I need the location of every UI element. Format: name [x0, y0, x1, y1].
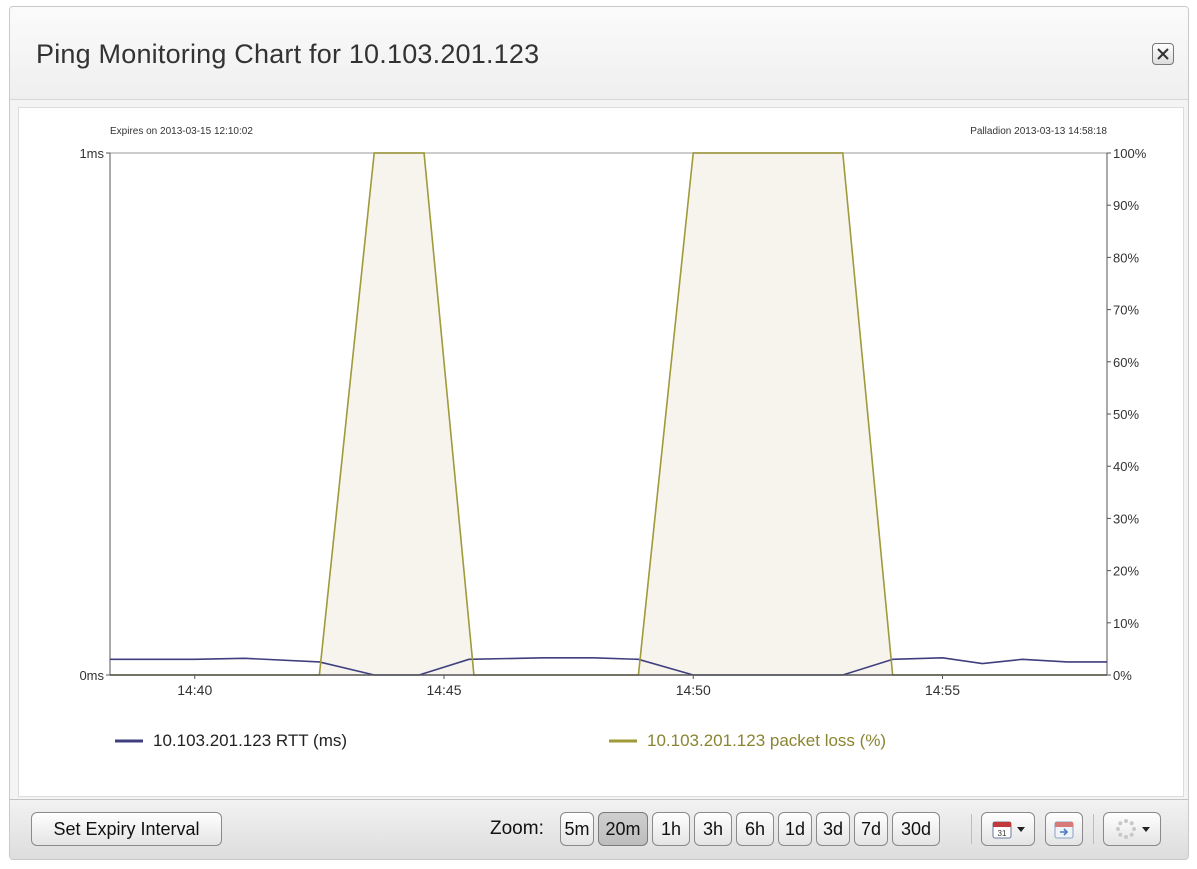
close-icon — [1157, 48, 1169, 60]
options-menu-button[interactable] — [1103, 812, 1161, 846]
zoom-1h-button[interactable]: 1h — [652, 812, 690, 846]
y-right-tick-label: 10% — [1113, 616, 1139, 631]
packet-loss-series-line — [110, 152, 1107, 676]
dialog-titlebar: Ping Monitoring Chart for 10.103.201.123 — [10, 7, 1188, 100]
calendar-31-icon: 31 — [992, 821, 1011, 839]
y-right-tick-label: 50% — [1113, 407, 1139, 422]
chevron-down-icon — [1016, 826, 1025, 832]
packet-loss-area — [110, 153, 1107, 675]
close-button[interactable] — [1152, 43, 1174, 65]
zoom-20m-button[interactable]: 20m — [598, 812, 648, 846]
zoom-3h-button[interactable]: 3h — [694, 812, 732, 846]
timestamp-note: Palladion 2013-03-13 14:58:18 — [970, 126, 1107, 137]
y-left-tick-label: 0ms — [79, 668, 104, 683]
x-tick-label: 14:45 — [426, 682, 461, 698]
y-left-tick-label: 1ms — [79, 146, 104, 161]
zoom-label: Zoom: — [490, 818, 544, 839]
y-right-tick-label: 20% — [1113, 564, 1139, 579]
y-right-tick-label: 0% — [1113, 668, 1132, 683]
y-right-tick-label: 100% — [1113, 146, 1147, 161]
zoom-3d-button[interactable]: 3d — [816, 812, 850, 846]
set-expiry-interval-button[interactable]: Set Expiry Interval — [31, 812, 222, 846]
zoom-7d-button[interactable]: 7d — [854, 812, 888, 846]
y-right-tick-label: 90% — [1113, 198, 1139, 213]
toolbar-separator — [1093, 814, 1094, 844]
legend-label-1: 10.103.201.123 packet loss (%) — [647, 731, 886, 750]
x-tick-label: 14:50 — [676, 682, 711, 698]
rtt-series-line — [110, 656, 1107, 676]
zoom-6h-button[interactable]: 6h — [736, 812, 774, 846]
bottom-toolbar: Set Expiry Interval Zoom: 5m 20m 1h 3h 6h 1d 3… — [10, 799, 1188, 859]
loading-spinner-icon — [1115, 819, 1136, 839]
y-right-tick-label: 60% — [1113, 355, 1139, 370]
chart-panel: Expires on 2013-03-15 12:10:02 Palladion … — [18, 107, 1184, 797]
x-tick-label: 14:55 — [925, 682, 960, 698]
y-right-tick-label: 80% — [1113, 250, 1139, 265]
ping-chart: Expires on 2013-03-15 12:10:02 Palladion … — [79, 126, 1147, 750]
toolbar-separator — [971, 814, 972, 844]
chevron-down-icon — [1141, 826, 1150, 832]
legend-label-0: 10.103.201.123 RTT (ms) — [153, 731, 347, 750]
zoom-1d-button[interactable]: 1d — [778, 812, 812, 846]
zoom-30d-button[interactable]: 30d — [892, 812, 940, 846]
x-tick-label: 14:40 — [177, 682, 212, 698]
dialog-title: Ping Monitoring Chart for 10.103.201.123 — [36, 39, 540, 69]
ping-monitoring-dialog: Ping Monitoring Chart for 10.103.201.123… — [9, 6, 1189, 860]
date-picker-button[interactable]: 31 — [981, 812, 1035, 846]
expires-note: Expires on 2013-03-15 12:10:02 — [110, 126, 253, 137]
calendar-day-number: 31 — [997, 829, 1006, 838]
export-date-button[interactable] — [1045, 812, 1083, 846]
y-right-tick-label: 30% — [1113, 511, 1139, 526]
y-right-tick-label: 70% — [1113, 303, 1139, 318]
y-right-tick-label: 40% — [1113, 459, 1139, 474]
calendar-export-icon — [1054, 821, 1074, 839]
zoom-5m-button[interactable]: 5m — [560, 812, 594, 846]
